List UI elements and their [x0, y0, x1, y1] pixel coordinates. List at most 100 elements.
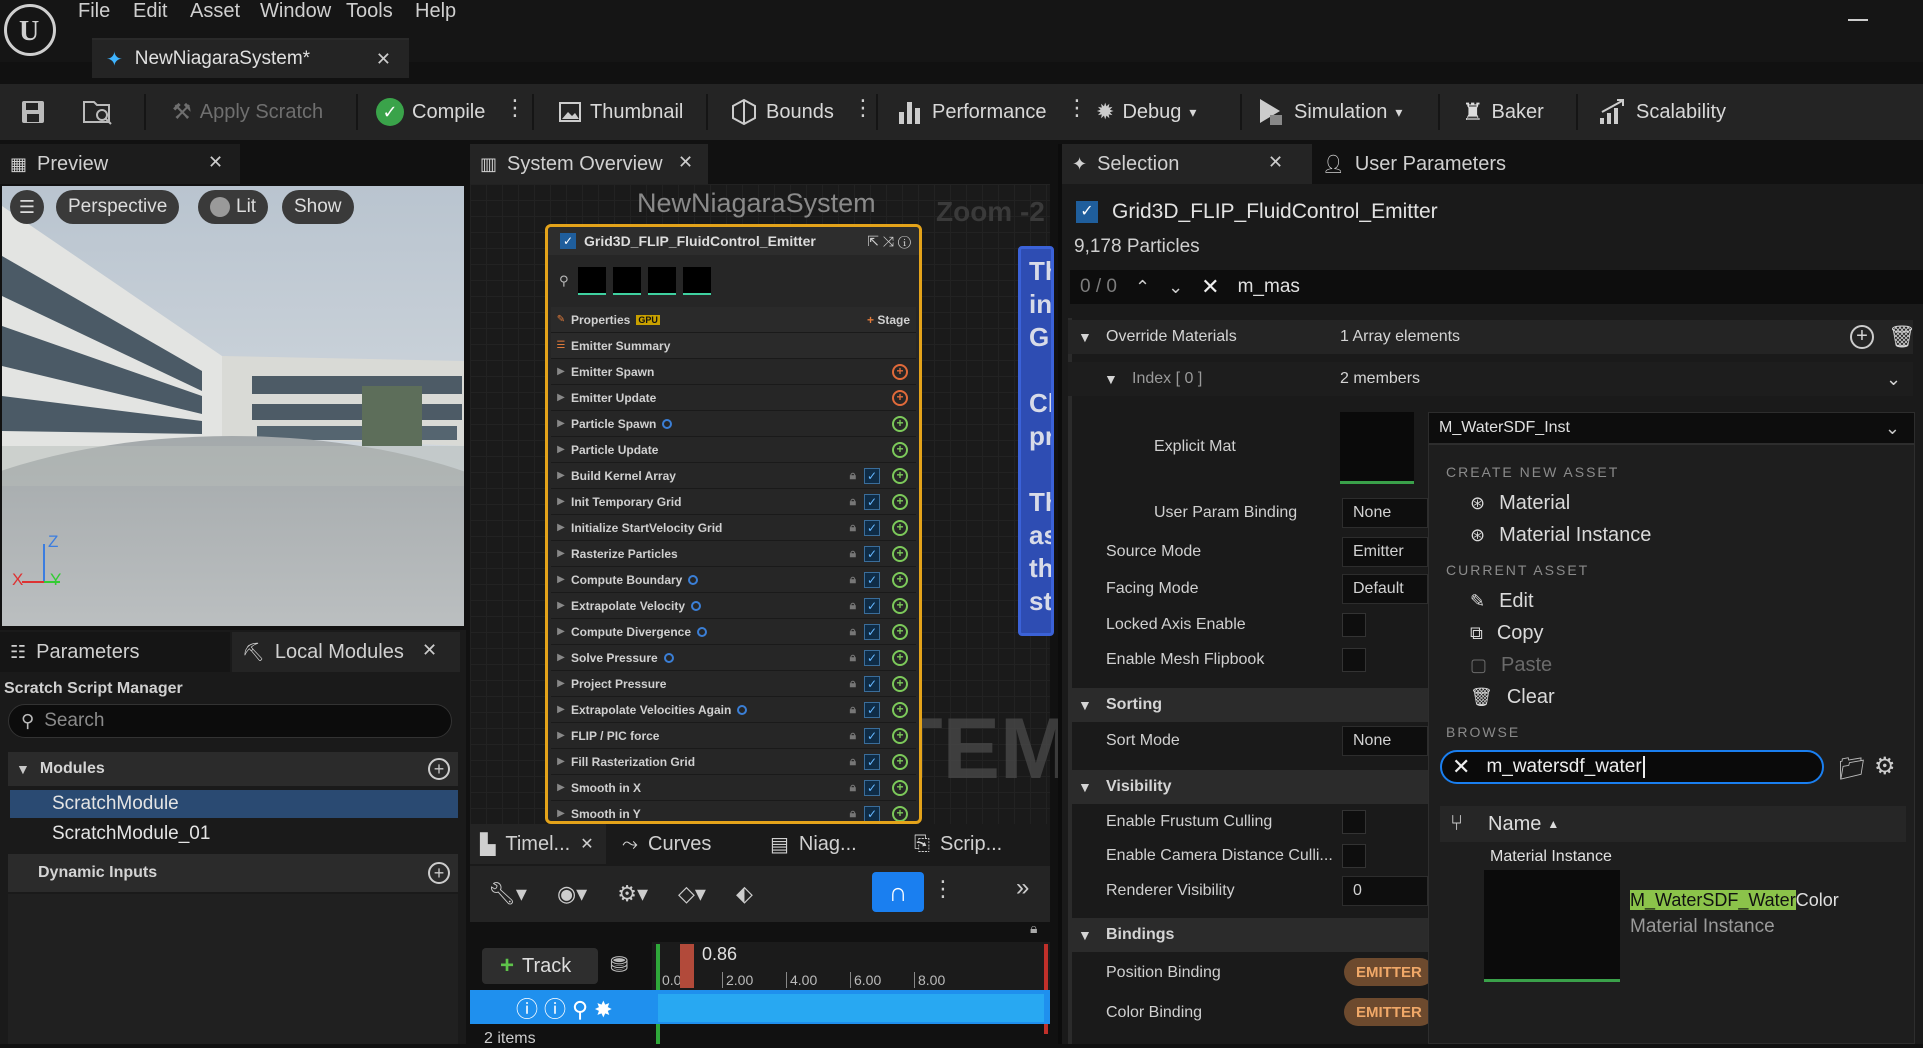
frustum-culling-checkbox[interactable]: [1342, 810, 1366, 834]
close-icon[interactable]: ✕: [376, 49, 391, 70]
add-module-icon[interactable]: +: [892, 753, 908, 770]
add-module-icon[interactable]: +: [892, 389, 908, 406]
stack-module-row[interactable]: ▶ Solve Pressure + ✓ 🔒︎: [551, 645, 916, 671]
add-module-icon[interactable]: +: [892, 493, 908, 510]
details-search-bar[interactable]: 0 / 0 ⌃ ⌄ ✕ m_mas: [1070, 270, 1923, 304]
bounds-button[interactable]: Bounds: [730, 84, 834, 140]
clear-item[interactable]: 🗑︎ Clear: [1470, 686, 1555, 709]
lock-icon[interactable]: 🔒︎: [850, 624, 856, 639]
stack-module-row[interactable]: ▶ Rasterize Particles + ✓ 🔒︎: [551, 541, 916, 567]
module-enabled-checkbox[interactable]: ✓: [864, 467, 880, 484]
previous-result-icon[interactable]: ⌃: [1135, 277, 1150, 298]
compile-options-icon[interactable]: ⋮: [504, 95, 526, 121]
add-module-icon[interactable]: +: [892, 545, 908, 562]
module-enabled-checkbox[interactable]: ✓: [864, 571, 880, 588]
add-module-icon[interactable]: +: [892, 805, 908, 821]
position-binding-badge[interactable]: EMITTER: [1344, 958, 1434, 986]
emitter-node[interactable]: ✓ Grid3D_FLIP_FluidControl_Emitter ⇱ ⤨ ⓘ…: [545, 224, 922, 824]
index-row[interactable]: ▼ Index [ 0 ] 2 members ⌄: [1068, 362, 1913, 396]
module-enabled-checkbox[interactable]: ✓: [864, 597, 880, 614]
stack-module-row[interactable]: ▶ Particle Spawn +: [551, 411, 916, 437]
stack-module-row[interactable]: ▶ Extrapolate Velocities Again + ✓ 🔒︎: [551, 697, 916, 723]
playhead-marker[interactable]: [680, 944, 694, 988]
visibility-category[interactable]: ▼ Visibility: [1068, 770, 1430, 804]
module-enabled-checkbox[interactable]: ✓: [864, 701, 880, 718]
facing-mode-value[interactable]: Default: [1342, 574, 1428, 604]
module-enabled-checkbox[interactable]: ✓: [864, 623, 880, 640]
add-module-icon[interactable]: +: [892, 597, 908, 614]
tab-system-overview[interactable]: ▥ System Overview ✕: [470, 144, 708, 184]
stack-module-row[interactable]: ▶ Initialize StartVelocity Grid + ✓ 🔒︎: [551, 515, 916, 541]
stack-module-row[interactable]: ▶ Compute Boundary + ✓ 🔒︎: [551, 567, 916, 593]
settings-gear-icon[interactable]: ⚙: [1874, 752, 1896, 781]
locked-axis-checkbox[interactable]: [1342, 613, 1366, 637]
stack-module-row[interactable]: ▶ Smooth in Y + ✓ 🔒︎: [551, 801, 916, 821]
close-icon[interactable]: ✕: [580, 834, 593, 854]
track-icons[interactable]: ⓘⓘ⚲✸: [516, 992, 619, 1024]
module-enabled-checkbox[interactable]: ✓: [864, 675, 880, 692]
viewport-menu-button[interactable]: ☰: [10, 190, 44, 224]
track-bar[interactable]: [658, 994, 1044, 1022]
stack-module-row[interactable]: ▶ Emitter Update +: [551, 385, 916, 411]
menu-help[interactable]: Help: [415, 0, 456, 23]
bindings-category[interactable]: ▼ Bindings: [1068, 918, 1430, 952]
stack-module-row[interactable]: ▶ Init Temporary Grid + ✓ 🔒︎: [551, 489, 916, 515]
add-element-icon[interactable]: +: [1850, 325, 1874, 349]
stack-module-row[interactable]: ▶ FLIP / PIC force + ✓ 🔒︎: [551, 723, 916, 749]
user-param-binding-value[interactable]: None: [1342, 498, 1428, 528]
performance-options-icon[interactable]: ⋮: [1066, 95, 1088, 121]
asset-result-thumbnail[interactable]: [1484, 870, 1620, 982]
sorting-category[interactable]: ▼ Sorting: [1068, 688, 1430, 722]
camera-distance-checkbox[interactable]: [1342, 844, 1366, 868]
properties-row[interactable]: ✎ Properties GPU + Stage: [551, 307, 916, 333]
add-module-icon[interactable]: +: [892, 363, 908, 380]
thumbnail-button[interactable]: Thumbnail: [558, 84, 683, 140]
next-result-icon[interactable]: ⌄: [1168, 277, 1183, 298]
add-track-button[interactable]: + Track: [482, 948, 598, 984]
stack-module-row[interactable]: ▶ Extrapolate Velocity + ✓ 🔒︎: [551, 593, 916, 619]
emitter-enabled-checkbox[interactable]: ✓: [1076, 201, 1098, 223]
menu-file[interactable]: File: [78, 0, 110, 23]
tab-preview[interactable]: ▦ Preview ✕: [0, 144, 240, 184]
lock-icon[interactable]: 🔒︎: [850, 468, 856, 483]
create-material-instance-item[interactable]: ⊛ Material Instance: [1470, 524, 1651, 547]
override-materials-row[interactable]: ▼ Override Materials 1 Array elements + …: [1068, 320, 1916, 354]
name-column-header[interactable]: Name ▲: [1488, 806, 1559, 842]
stack-module-row[interactable]: ▶ Emitter Spawn +: [551, 359, 916, 385]
lock-icon[interactable]: 🔒︎: [1030, 920, 1037, 937]
show-button[interactable]: Show: [282, 190, 354, 224]
simulation-button[interactable]: Simulation ▾: [1256, 84, 1402, 140]
lock-icon[interactable]: 🔒︎: [850, 546, 856, 561]
perspective-button[interactable]: Perspective: [56, 190, 180, 224]
lock-icon[interactable]: 🔒︎: [850, 780, 856, 795]
module-enabled-checkbox[interactable]: ✓: [864, 753, 880, 770]
dynamic-inputs-category[interactable]: Dynamic Inputs +: [8, 854, 458, 892]
folder-icon[interactable]: 📁︎: [1838, 756, 1866, 782]
material-thumbnail[interactable]: [1340, 412, 1414, 484]
clear-search-icon[interactable]: ✕: [1452, 754, 1470, 780]
source-mode-value[interactable]: Emitter: [1342, 537, 1428, 567]
renderer-visibility-value[interactable]: 0: [1342, 876, 1428, 906]
add-stage-button[interactable]: + Stage: [867, 313, 910, 327]
list-item[interactable]: ScratchModule_01: [10, 820, 458, 848]
auto-key-icon[interactable]: ⬖: [736, 881, 753, 907]
mesh-flipbook-checkbox[interactable]: [1342, 648, 1366, 672]
timeline-tool-buttons[interactable]: 🔧︎▾ ◉▾ ⚙▾ ◇▾ ⬖: [488, 872, 753, 916]
tab-user-parameters[interactable]: 👤︎ User Parameters: [1312, 144, 1572, 184]
add-module-icon[interactable]: +: [892, 519, 908, 536]
add-module-icon[interactable]: +: [892, 623, 908, 640]
lock-icon[interactable]: 🔒︎: [850, 598, 856, 613]
scalability-button[interactable]: Scalability: [1598, 84, 1726, 140]
stack-module-row[interactable]: ▶ Fill Rasterization Grid + ✓ 🔒︎: [551, 749, 916, 775]
stack-module-row[interactable]: ▶ Smooth in X + ✓ 🔒︎: [551, 775, 916, 801]
comment-box[interactable]: ThinGrClprThasthst: [1018, 246, 1054, 636]
lock-icon[interactable]: 🔒︎: [850, 494, 856, 509]
add-module-icon[interactable]: +: [892, 415, 908, 432]
selected-emitter-header[interactable]: ✓ Grid3D_FLIP_FluidControl_Emitter: [1076, 200, 1438, 224]
branch-icon[interactable]: ⑂: [1450, 810, 1463, 836]
add-module-icon[interactable]: +: [892, 675, 908, 692]
details-search-input[interactable]: m_mas: [1238, 276, 1300, 298]
filter-icon[interactable]: ⛃: [610, 952, 628, 978]
stack-module-row[interactable]: ▶ Compute Divergence + ✓ 🔒︎: [551, 619, 916, 645]
module-enabled-checkbox[interactable]: ✓: [864, 649, 880, 666]
